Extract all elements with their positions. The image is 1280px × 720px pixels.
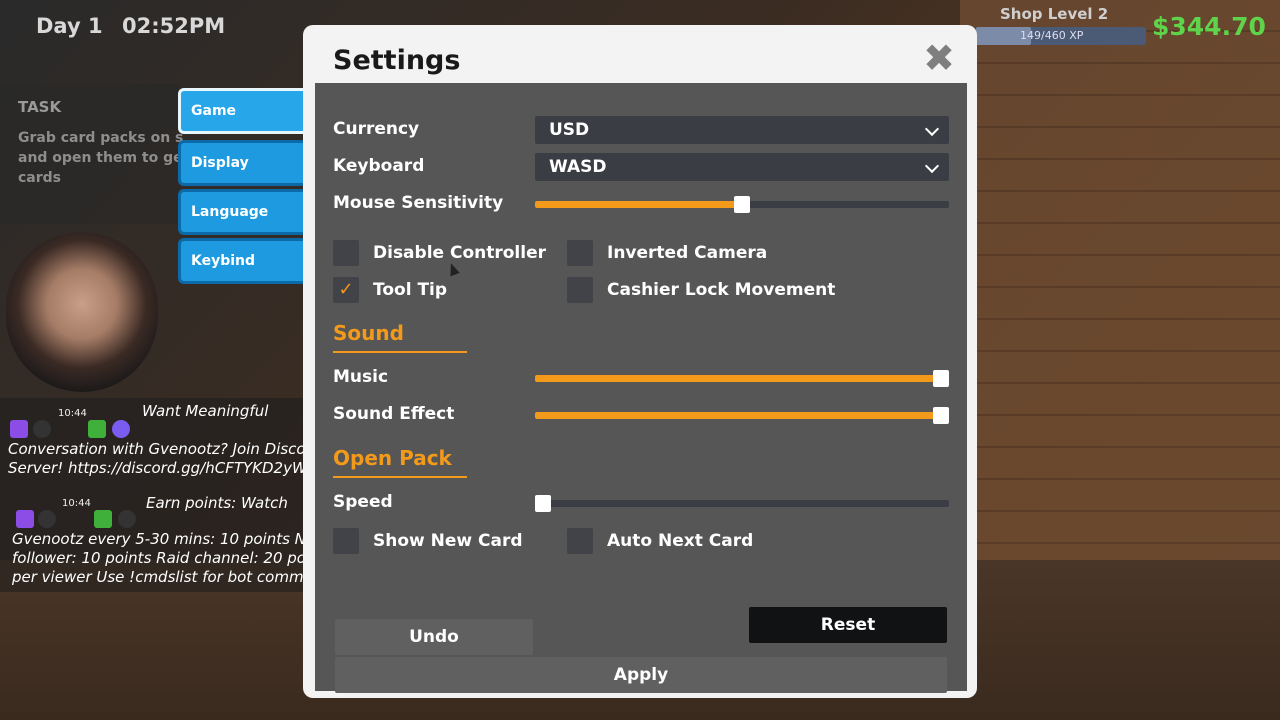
keyboard-label: Keyboard [333,156,425,176]
open-pack-divider [333,476,467,478]
close-icon[interactable]: ✖ [923,39,955,77]
mouse-sensitivity-slider[interactable] [535,196,949,213]
sound-heading: Sound [333,321,404,345]
inverted-camera-checkbox[interactable] [567,240,593,266]
slider-fill [535,201,742,208]
auto-next-card-checkbox[interactable] [567,528,593,554]
xp-text: 149/460 XP [1020,29,1084,42]
inverted-camera-label: Inverted Camera [607,243,768,263]
chevron-down-icon [924,121,940,137]
xp-bar: 149/460 XP [976,27,1146,45]
tab-game[interactable]: Game [178,88,306,134]
moderator-badge-icon [94,510,112,528]
tab-keybind[interactable]: Keybind [178,238,306,284]
shop-level-label: Shop Level 2 [1000,5,1109,23]
mouse-sensitivity-label: Mouse Sensitivity [333,193,504,213]
slider-handle[interactable] [734,196,750,213]
slider-fill [535,375,949,382]
verified-badge-icon [112,420,130,438]
currency-dropdown[interactable]: USD [535,116,949,144]
music-slider[interactable] [535,370,949,387]
money-label: $344.70 [1152,12,1266,41]
show-new-card-label: Show New Card [373,531,523,551]
settings-dialog: Settings ✖ Currency USD Keyboard WASD Mo… [303,25,977,698]
chat-time: 10:44 [62,498,91,509]
undo-button[interactable]: Undo [335,619,533,655]
apply-button[interactable]: Apply [335,657,947,693]
keyboard-dropdown[interactable]: WASD [535,153,949,181]
tab-language[interactable]: Language [178,189,306,235]
settings-content: Currency USD Keyboard WASD Mouse Sensiti… [315,83,967,693]
twitch-badge-icon [16,510,34,528]
currency-value: USD [549,120,590,140]
slider-handle[interactable] [933,407,949,424]
chevron-down-icon [924,158,940,174]
currency-label: Currency [333,119,420,139]
disable-controller-label: Disable Controller [373,243,546,263]
cashier-lock-checkbox[interactable] [567,277,593,303]
slider-handle[interactable] [933,370,949,387]
sound-effect-slider[interactable] [535,407,949,424]
chat-message-head: Want Meaningful [142,402,269,420]
disable-controller-checkbox[interactable] [333,240,359,266]
cashier-lock-label: Cashier Lock Movement [607,280,836,300]
tool-tip-label: Tool Tip [373,280,448,300]
bits-badge-icon [118,510,136,528]
bot-badge-icon [33,420,51,438]
moderator-badge-icon [88,420,106,438]
open-pack-heading: Open Pack [333,446,452,470]
task-text: Grab card packs on s and open them to ge… [18,130,184,186]
webcam-overlay [6,232,158,392]
slider-handle[interactable] [535,495,551,512]
tab-display[interactable]: Display [178,140,306,186]
task-title: TASK [18,98,62,116]
time-label: 02:52PM [122,14,226,38]
tool-tip-checkbox[interactable]: ✓ [333,277,359,303]
slider-fill [535,412,949,419]
task-panel: TASK Grab card packs on s and open them … [0,84,183,224]
twitch-badge-icon [10,420,28,438]
speed-label: Speed [333,492,393,512]
music-label: Music [333,367,389,387]
bot-badge-icon [38,510,56,528]
show-new-card-checkbox[interactable] [333,528,359,554]
keyboard-value: WASD [549,157,607,177]
settings-title: Settings [333,45,461,76]
reset-button[interactable]: Reset [749,607,947,643]
chat-time: 10:44 [58,408,87,419]
sound-effect-label: Sound Effect [333,404,455,424]
auto-next-card-label: Auto Next Card [607,531,754,551]
speed-slider[interactable] [535,495,949,512]
day-label: Day 1 [36,14,103,38]
sound-divider [333,351,467,353]
chat-message-head: Earn points: Watch [146,494,288,512]
